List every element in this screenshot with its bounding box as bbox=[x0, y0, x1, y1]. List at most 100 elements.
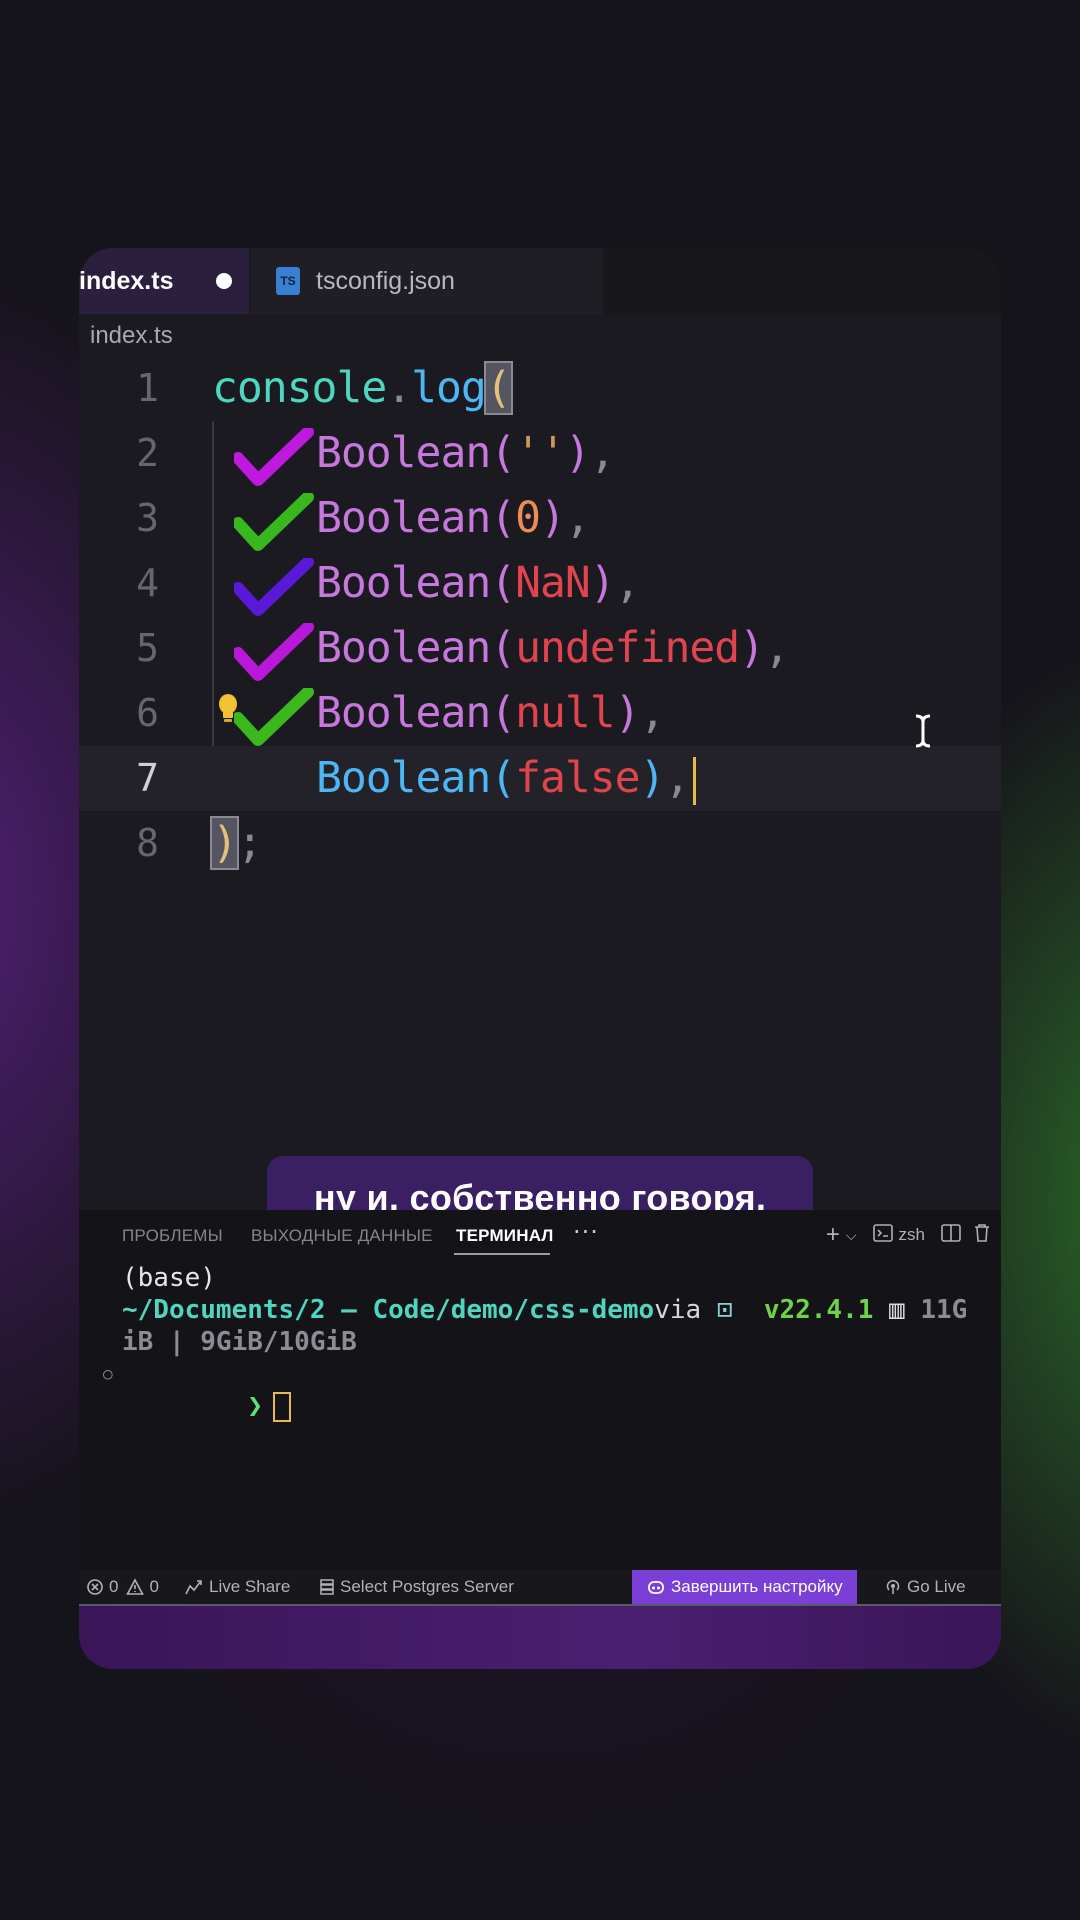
memory-usage: 11G bbox=[920, 1295, 968, 1325]
database-icon bbox=[320, 1579, 334, 1595]
line-number: 8 bbox=[136, 821, 159, 865]
ram-icon: ▥ bbox=[889, 1295, 905, 1325]
broadcast-icon bbox=[886, 1579, 900, 1594]
tab-index-ts[interactable]: index.ts bbox=[79, 248, 249, 314]
checkmark-icon bbox=[234, 428, 314, 486]
editor-window: index.ts TS tsconfig.json index.ts 1 con… bbox=[79, 248, 1001, 1669]
terminal-cursor bbox=[272, 1391, 291, 1422]
code-text: ); bbox=[210, 811, 263, 876]
error-count: 0 bbox=[109, 1577, 119, 1596]
unsaved-dot-icon[interactable] bbox=[216, 273, 232, 289]
panel-tabs: ПРОБЛЕМЫ ВЫХОДНЫЕ ДАННЫЕ ТЕРМИНАЛ ··· + … bbox=[79, 1210, 1001, 1260]
code-text: console.log( bbox=[212, 356, 513, 421]
mouse-ibeam-cursor-icon bbox=[915, 714, 931, 748]
copilot-icon bbox=[648, 1581, 664, 1594]
more-icon[interactable]: ··· bbox=[573, 1218, 599, 1246]
split-terminal-icon[interactable] bbox=[941, 1223, 961, 1247]
go-live-button[interactable]: Go Live bbox=[884, 1570, 966, 1604]
tab-terminal[interactable]: ТЕРМИНАЛ bbox=[456, 1226, 554, 1246]
token-arg: false bbox=[515, 753, 640, 803]
line-number: 2 bbox=[136, 431, 159, 475]
token-boolean: Boolean bbox=[316, 623, 491, 673]
warning-icon bbox=[126, 1578, 145, 1595]
terminal-line: iB | 9GiB/10GiB bbox=[122, 1327, 357, 1357]
terminal-icon bbox=[872, 1223, 893, 1247]
tab-tsconfig-json[interactable]: TS tsconfig.json bbox=[250, 248, 603, 314]
prompt-arrow: ❯ bbox=[247, 1391, 263, 1421]
line-number: 4 bbox=[136, 561, 159, 605]
terminal-line: (base) bbox=[122, 1263, 216, 1293]
robot-icon: ⊡ bbox=[716, 1295, 733, 1325]
code-line-2[interactable]: 2 Boolean(''), bbox=[79, 421, 1001, 486]
checkmark-icon bbox=[234, 688, 314, 746]
live-share-button[interactable]: Live Share bbox=[184, 1570, 290, 1604]
tab-label: tsconfig.json bbox=[316, 266, 455, 295]
terminal-via: via bbox=[654, 1295, 702, 1325]
terminal-path: ~/Documents/2 – Code/demo/css-demo bbox=[122, 1295, 655, 1325]
window-footer-gradient bbox=[79, 1606, 1001, 1669]
code-line-1[interactable]: 1 console.log( bbox=[79, 356, 1001, 421]
token-arg: '' bbox=[515, 428, 566, 478]
code-editor[interactable]: 1 console.log( 2 Boolean(''), 3 Boolean(… bbox=[79, 356, 1001, 1256]
prompt-status-icon: ○ bbox=[103, 1364, 113, 1383]
shell-name[interactable]: zsh bbox=[899, 1225, 925, 1245]
token-semicolon: ; bbox=[236, 818, 263, 868]
error-icon bbox=[87, 1579, 103, 1595]
code-line-4[interactable]: 4 Boolean(NaN), bbox=[79, 551, 1001, 616]
terminal-output[interactable]: (base) ~/Documents/2 – Code/demo/css-dem… bbox=[79, 1210, 967, 1434]
checkmark-icon bbox=[234, 623, 314, 681]
line-number: 3 bbox=[136, 496, 159, 540]
token-arg: NaN bbox=[515, 558, 591, 608]
go-live-label: Go Live bbox=[907, 1577, 966, 1596]
warning-count: 0 bbox=[149, 1577, 159, 1596]
token-boolean: Boolean bbox=[316, 428, 491, 478]
code-line-3[interactable]: 3 Boolean(0), bbox=[79, 486, 1001, 551]
terminal-prompt: ❯ bbox=[122, 1358, 291, 1454]
tab-output[interactable]: ВЫХОДНЫЕ ДАННЫЕ bbox=[251, 1226, 433, 1246]
code-line-5[interactable]: 5 Boolean(undefined), bbox=[79, 616, 1001, 681]
code-text: Boolean(0), bbox=[316, 493, 591, 543]
postgres-server-button[interactable]: Select Postgres Server bbox=[319, 1570, 514, 1604]
finish-setup-label: Завершить настройку bbox=[671, 1577, 843, 1596]
panel-actions: + ⌵ zsh bbox=[826, 1220, 1001, 1250]
token-arg: 0 bbox=[515, 493, 541, 543]
code-line-6[interactable]: 6 Boolean(null), bbox=[79, 681, 1001, 746]
code-line-8[interactable]: 8 ); bbox=[79, 811, 1001, 876]
code-text: Boolean(false), bbox=[316, 746, 697, 811]
token-boolean: Boolean bbox=[316, 558, 491, 608]
token-boolean: Boolean bbox=[316, 493, 491, 543]
token-arg: undefined bbox=[515, 623, 740, 673]
token-dot: . bbox=[386, 363, 412, 413]
status-bar: 0 0 Live Share Select Postgres Server За… bbox=[79, 1570, 1001, 1606]
line-number: 6 bbox=[136, 691, 159, 735]
problems-status[interactable]: 0 0 bbox=[86, 1570, 159, 1604]
live-share-label: Live Share bbox=[209, 1577, 291, 1596]
token-log: log bbox=[411, 363, 487, 413]
code-line-7[interactable]: 7 Boolean(false), bbox=[79, 746, 1001, 811]
tab-label: index.ts bbox=[79, 266, 174, 295]
token-open-paren: ( bbox=[483, 361, 513, 415]
checkmark-icon bbox=[234, 558, 314, 616]
token-console: console bbox=[212, 363, 387, 413]
code-text: Boolean(null), bbox=[316, 688, 665, 738]
token-boolean: Boolean bbox=[316, 688, 491, 738]
add-terminal-icon[interactable]: + bbox=[826, 1221, 840, 1249]
bottom-panel: ПРОБЛЕМЫ ВЫХОДНЫЕ ДАННЫЕ ТЕРМИНАЛ ··· + … bbox=[79, 1210, 1001, 1570]
code-text: Boolean(NaN), bbox=[316, 558, 641, 608]
trash-icon[interactable] bbox=[973, 1223, 991, 1248]
breadcrumb[interactable]: index.ts bbox=[90, 322, 173, 350]
chevron-down-icon[interactable]: ⌵ bbox=[846, 1227, 857, 1244]
tab-bar: index.ts TS tsconfig.json bbox=[79, 248, 1001, 314]
line-number: 5 bbox=[136, 626, 159, 670]
line-number: 7 bbox=[136, 756, 159, 800]
token-boolean: Boolean bbox=[316, 753, 491, 803]
node-version: v22.4.1 bbox=[763, 1295, 874, 1325]
live-share-icon bbox=[185, 1580, 202, 1595]
ts-config-icon: TS bbox=[276, 267, 300, 295]
active-tab-underline bbox=[454, 1253, 550, 1255]
postgres-label: Select Postgres Server bbox=[340, 1577, 514, 1596]
text-cursor bbox=[693, 756, 697, 805]
finish-setup-button[interactable]: Завершить настройку bbox=[632, 1570, 857, 1604]
line-number: 1 bbox=[136, 366, 159, 410]
code-text: Boolean(undefined), bbox=[316, 623, 790, 673]
